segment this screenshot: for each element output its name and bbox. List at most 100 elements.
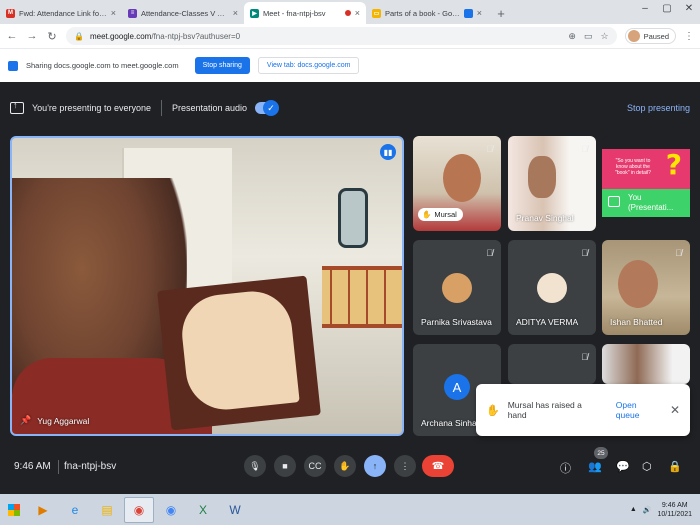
internet-explorer-icon[interactable]: e xyxy=(60,497,90,523)
presenting-status: You're presenting to everyone xyxy=(32,103,151,113)
presentation-audio-toggle[interactable] xyxy=(255,100,280,116)
close-icon[interactable]: ✕ xyxy=(670,403,680,417)
divider xyxy=(160,100,162,116)
participant-video xyxy=(618,260,658,308)
tab-gmail[interactable]: M Fwd: Attendance Link for III - IV × xyxy=(0,2,122,24)
close-icon[interactable]: × xyxy=(233,8,238,18)
divider xyxy=(58,460,59,474)
sharing-icon xyxy=(8,60,18,71)
mic-off-icon: 🎙̸ xyxy=(486,144,493,154)
back-icon[interactable]: ← xyxy=(6,30,18,42)
lock-icon[interactable]: 🔒 xyxy=(74,32,84,41)
url-host: meet.google.com xyxy=(89,31,152,41)
people-icon[interactable]: 👥 xyxy=(588,460,602,473)
avatar xyxy=(627,30,640,42)
mic-off-icon: 🎙̸ xyxy=(675,248,682,258)
activities-icon[interactable]: ⬡ xyxy=(642,460,652,473)
chat-icon[interactable]: 💬 xyxy=(616,460,630,473)
raised-hand-chip: ✋ Mursal xyxy=(418,208,463,221)
mic-off-icon: 🎙̸ xyxy=(581,248,588,258)
tab-sharing-bar: Sharing docs.google.com to meet.google.c… xyxy=(0,48,700,82)
participant-name: Parnika Srivastava xyxy=(421,317,492,327)
stop-sharing-button[interactable]: Stop sharing xyxy=(194,57,250,74)
chrome-icon[interactable]: ◉ xyxy=(124,496,154,523)
presentation-tile-label: You (Presentati... xyxy=(628,193,673,213)
participant-tile[interactable]: 🎙̸ ADITYA VERMA xyxy=(508,240,596,335)
participant-tile[interactable]: 🎙̸ Ishan Bhatted xyxy=(602,240,690,335)
held-book xyxy=(178,287,300,414)
stop-presenting-button[interactable]: Stop presenting xyxy=(627,103,690,113)
presentation-label-line2: (Presentati... xyxy=(628,203,674,212)
participant-name: Pranav Singhal xyxy=(516,213,574,223)
close-icon[interactable]: × xyxy=(477,8,482,18)
mic-off-icon: 🎙̸ xyxy=(581,144,588,154)
tab-title: Fwd: Attendance Link for III - IV xyxy=(19,8,107,18)
mic-off-icon: 🎙̸ xyxy=(486,248,493,258)
video-background xyxy=(338,188,368,248)
present-now-button[interactable]: ↑ xyxy=(364,455,386,477)
participant-video xyxy=(443,154,481,202)
avatar xyxy=(537,272,567,303)
address-bar[interactable]: 🔒 meet.google.com/fna-ntpj-bsv?authuser=… xyxy=(66,27,617,45)
participant-tile[interactable]: 🎙̸ Pranav Singhal xyxy=(508,136,596,231)
question-mark-graphic: ? xyxy=(665,148,682,181)
participant-name: ADITYA VERMA xyxy=(516,317,579,327)
tab-slides[interactable]: ▭ Parts of a book - Google Slid × xyxy=(366,2,488,24)
participant-tile[interactable] xyxy=(602,344,690,384)
word-icon[interactable]: W xyxy=(220,497,250,523)
tab-meet[interactable]: ▶ Meet - fna-ntpj-bsv × xyxy=(244,2,366,24)
main-speaker-video[interactable]: ▮▮ 📌 Yug Aggarwal xyxy=(10,136,404,436)
close-window-icon[interactable]: ✕ xyxy=(678,0,700,18)
host-controls-icon[interactable]: 🔒 xyxy=(668,460,682,473)
presentation-tile[interactable]: "So you want to know about the "book" in… xyxy=(602,136,690,231)
meeting-code: fna-ntpj-bsv xyxy=(64,461,117,472)
open-queue-button[interactable]: Open queue xyxy=(616,400,662,420)
reload-icon[interactable]: ↻ xyxy=(46,30,58,43)
avatar xyxy=(442,272,472,303)
participant-tile[interactable]: 🎙̸ xyxy=(508,344,596,384)
speaker-name: Yug Aggarwal xyxy=(37,415,90,426)
excel-icon[interactable]: X xyxy=(188,497,218,523)
system-clock[interactable]: 9:46 AM 10/11/2021 xyxy=(657,501,692,519)
participant-tile[interactable]: 🎙̸ Parnika Srivastava xyxy=(413,240,501,335)
volume-icon[interactable]: 🔊 xyxy=(643,506,652,514)
slide-preview-text: "So you want to know about the "book" in… xyxy=(615,158,651,176)
avatar: A xyxy=(444,374,470,400)
view-tab-button[interactable]: View tab: docs.google.com xyxy=(257,57,360,74)
zoom-icon[interactable]: ⊕ xyxy=(568,31,576,42)
meeting-details-icon[interactable]: ⓘ xyxy=(560,460,571,476)
start-button[interactable] xyxy=(0,494,28,525)
chrome-icon[interactable]: ◉ xyxy=(156,497,186,523)
forward-icon[interactable]: → xyxy=(26,30,38,42)
media-player-icon[interactable]: ▶ xyxy=(28,497,58,523)
tab-title: Attendance-Classes V TO VIII xyxy=(141,8,229,18)
maximize-icon[interactable]: ▢ xyxy=(656,0,678,18)
leave-call-button[interactable]: ☎ xyxy=(422,455,454,477)
close-icon[interactable]: × xyxy=(111,8,116,18)
network-icon[interactable]: ▲ xyxy=(630,506,637,513)
microphone-button[interactable]: 🎙 xyxy=(244,455,266,477)
profile-button[interactable]: Paused xyxy=(624,28,676,44)
present-screen-icon xyxy=(10,100,24,114)
slides-icon: ▭ xyxy=(372,8,381,18)
tab-forms[interactable]: ≡ Attendance-Classes V TO VIII × xyxy=(122,2,244,24)
camera-button[interactable]: ■ xyxy=(274,455,296,477)
meeting-time: 9:46 AM xyxy=(14,461,51,472)
cast-icon[interactable]: ▭ xyxy=(584,31,593,42)
close-icon[interactable]: × xyxy=(355,8,360,18)
meeting-controls-bar: 9:46 AM fna-ntpj-bsv 🎙 ■ CC ✋ ↑ ⋮ ☎ ⓘ 👥 … xyxy=(0,444,700,494)
file-explorer-icon[interactable]: ▤ xyxy=(92,497,122,523)
more-options-icon[interactable]: ⋮ xyxy=(684,31,694,42)
more-options-button[interactable]: ⋮ xyxy=(394,455,416,477)
browser-tab-strip: M Fwd: Attendance Link for III - IV × ≡ … xyxy=(0,0,700,24)
participant-tile[interactable]: 🎙̸ ✋ Mursal xyxy=(413,136,501,231)
captions-button[interactable]: CC xyxy=(304,455,326,477)
hand-icon: ✋ xyxy=(486,404,500,417)
minimize-icon[interactable]: – xyxy=(634,0,656,18)
raise-hand-button[interactable]: ✋ xyxy=(334,455,356,477)
new-tab-button[interactable]: + xyxy=(492,4,510,22)
pin-icon[interactable]: 📌 xyxy=(20,415,31,426)
participant-name: Mursal xyxy=(434,210,457,219)
browser-toolbar: ← → ↻ 🔒 meet.google.com/fna-ntpj-bsv?aut… xyxy=(0,24,700,48)
bookmark-star-icon[interactable]: ☆ xyxy=(600,31,608,42)
